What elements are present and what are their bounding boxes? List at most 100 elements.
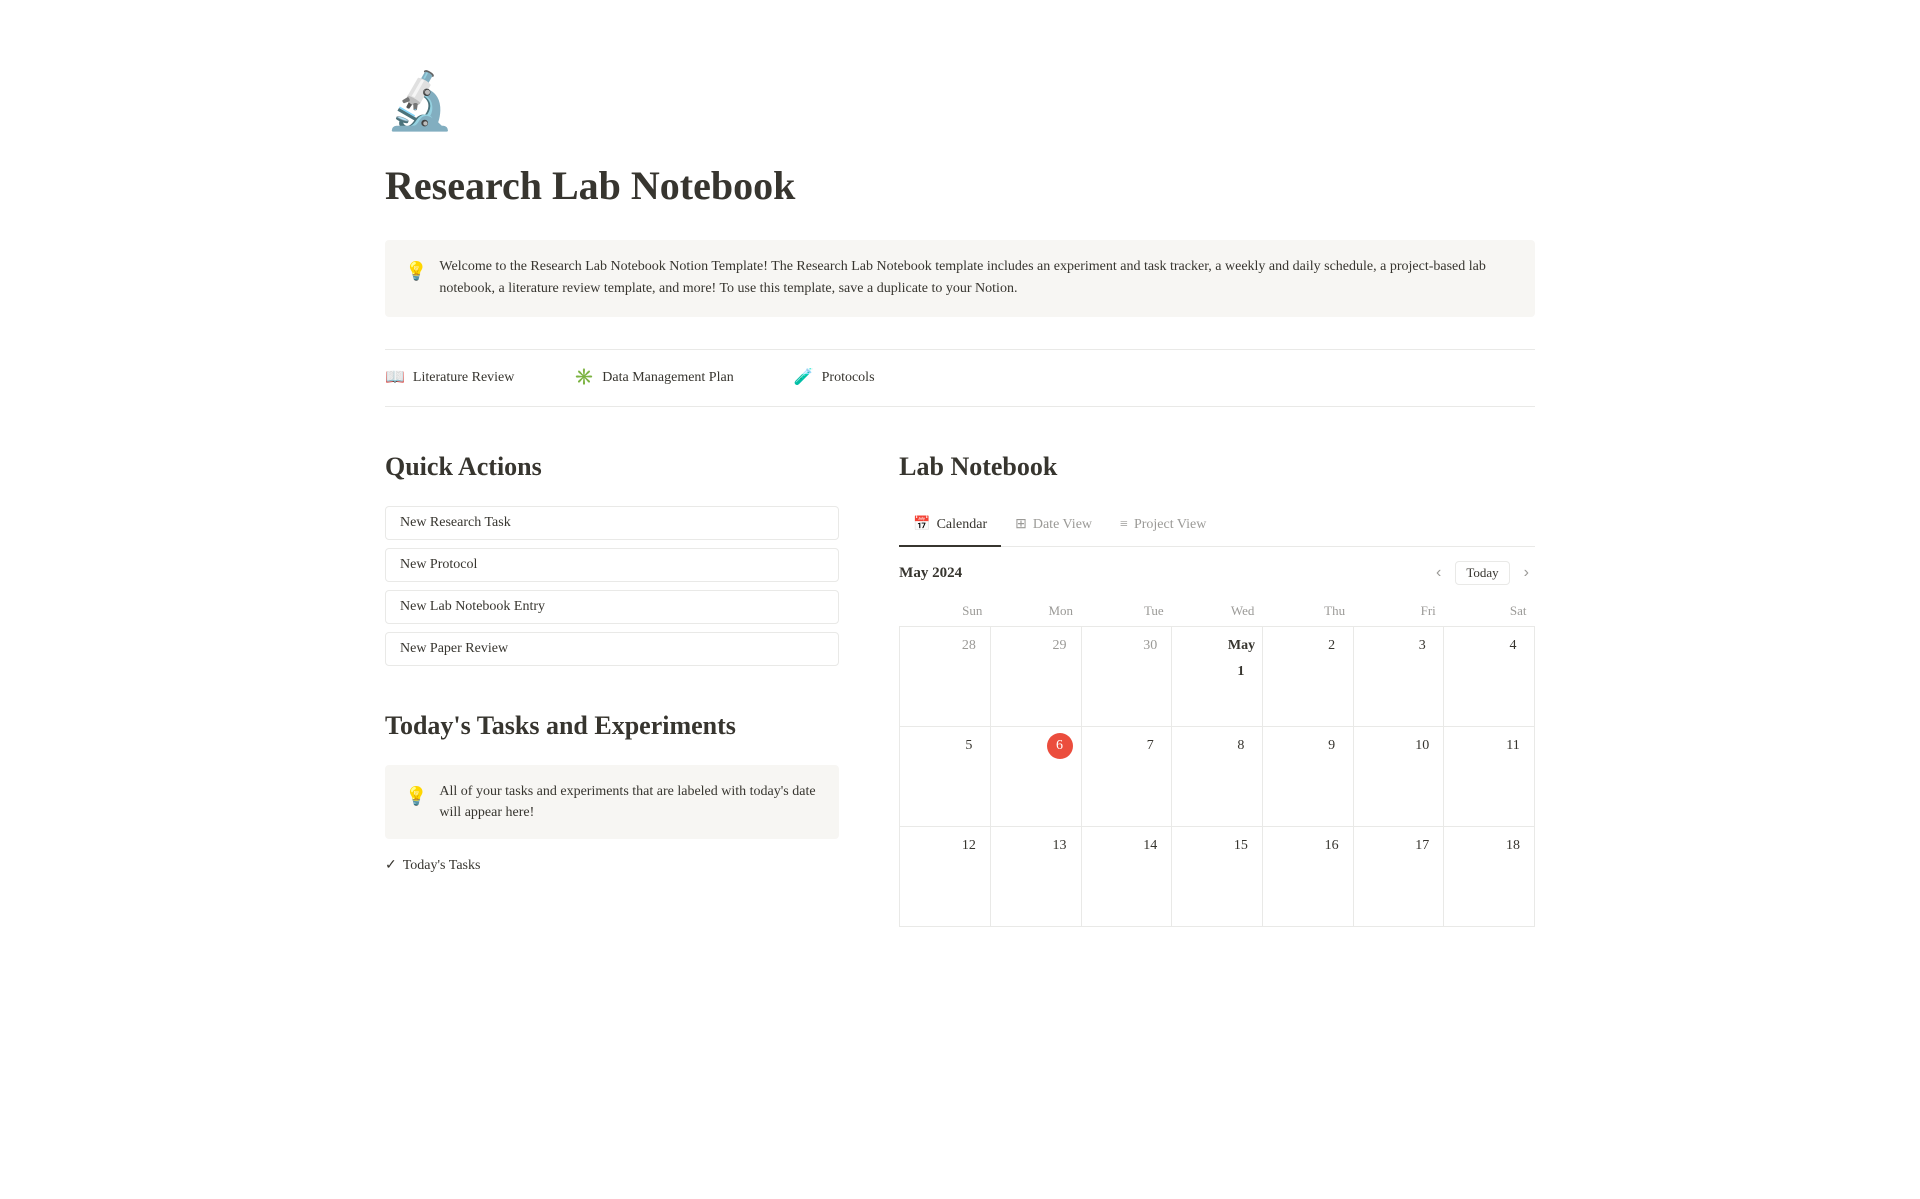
tab-calendar-label: Calendar: [937, 514, 988, 535]
day-number: 9: [1319, 733, 1345, 759]
day-apr-29[interactable]: 29: [990, 627, 1081, 727]
checkmark-icon: ✓: [385, 855, 397, 876]
new-lab-notebook-entry-button[interactable]: New Lab Notebook Entry: [385, 590, 839, 624]
day-number: 18: [1500, 833, 1526, 859]
callout-icon: 💡: [405, 258, 427, 285]
calendar-next-button[interactable]: ›: [1518, 562, 1535, 584]
today-day-number: 6: [1047, 733, 1073, 759]
calendar-week-2: 5 6 7 8 9 10 11: [900, 727, 1535, 827]
quick-actions-buttons: New Research Task New Protocol New Lab N…: [385, 506, 839, 666]
day-may-13[interactable]: 13: [990, 827, 1081, 927]
day-may-17[interactable]: 17: [1353, 827, 1444, 927]
day-number: 7: [1137, 733, 1163, 759]
day-number: 15: [1228, 833, 1254, 859]
today-tasks-callout: 💡 All of your tasks and experiments that…: [385, 765, 839, 839]
nav-link-data-management[interactable]: ✳️ Data Management Plan: [574, 366, 733, 390]
data-icon: ✳️: [574, 366, 594, 390]
day-number: 8: [1228, 733, 1254, 759]
calendar-weekday-row: Sun Mon Tue Wed Thu Fri Sat: [900, 595, 1535, 627]
tab-project-view-label: Project View: [1134, 514, 1206, 535]
book-icon: 📖: [385, 366, 405, 390]
calendar-today-button[interactable]: Today: [1455, 561, 1509, 585]
day-may-12[interactable]: 12: [900, 827, 991, 927]
tab-date-view[interactable]: ⊞ Date View: [1001, 506, 1106, 547]
day-may-9[interactable]: 9: [1262, 727, 1353, 827]
lab-notebook-title: Lab Notebook: [899, 447, 1535, 486]
tab-calendar[interactable]: 📅 Calendar: [899, 506, 1001, 547]
left-column: Quick Actions New Research Task New Prot…: [385, 447, 839, 928]
calendar-week-1: 28 29 30 May 1 2 3 4: [900, 627, 1535, 727]
day-number: 29: [1047, 633, 1073, 659]
today-tasks-title: Today's Tasks and Experiments: [385, 706, 839, 745]
tab-date-view-label: Date View: [1033, 514, 1092, 535]
callout-text: Welcome to the Research Lab Notebook Not…: [439, 256, 1515, 301]
day-number: 4: [1500, 633, 1526, 659]
day-number: 5: [956, 733, 982, 759]
weekday-sat: Sat: [1444, 595, 1535, 627]
today-callout-icon: 💡: [405, 783, 427, 810]
nav-label-protocols: Protocols: [822, 367, 875, 388]
day-number: 30: [1137, 633, 1163, 659]
two-col-layout: Quick Actions New Research Task New Prot…: [385, 447, 1535, 928]
tab-project-view[interactable]: ≡ Project View: [1106, 506, 1220, 547]
today-callout-text: All of your tasks and experiments that a…: [439, 781, 819, 823]
calendar-header: May 2024 ‹ Today ›: [899, 547, 1535, 595]
weekday-fri: Fri: [1353, 595, 1444, 627]
today-tasks-link[interactable]: ✓ Today's Tasks: [385, 855, 839, 876]
calendar-prev-button[interactable]: ‹: [1430, 562, 1447, 584]
new-protocol-button[interactable]: New Protocol: [385, 548, 839, 582]
day-number: 28: [956, 633, 982, 659]
page-icon: 🔬: [385, 60, 1535, 144]
day-may-10[interactable]: 10: [1353, 727, 1444, 827]
day-number: 16: [1319, 833, 1345, 859]
day-may-14[interactable]: 14: [1081, 827, 1172, 927]
intro-callout: 💡 Welcome to the Research Lab Notebook N…: [385, 240, 1535, 317]
day-may-6[interactable]: 6: [990, 727, 1081, 827]
day-number: 2: [1319, 633, 1345, 659]
day-may-16[interactable]: 16: [1262, 827, 1353, 927]
day-may-2[interactable]: 2: [1262, 627, 1353, 727]
flask-icon: 🧪: [794, 366, 814, 390]
nav-link-protocols[interactable]: 🧪 Protocols: [794, 366, 875, 390]
day-may-1[interactable]: May 1: [1172, 627, 1263, 727]
day-may-15[interactable]: 15: [1172, 827, 1263, 927]
day-apr-30[interactable]: 30: [1081, 627, 1172, 727]
nav-link-literature-review[interactable]: 📖 Literature Review: [385, 366, 514, 390]
today-tasks-link-label: Today's Tasks: [403, 855, 481, 876]
nav-links: 📖 Literature Review ✳️ Data Management P…: [385, 349, 1535, 407]
page-container: 🔬 Research Lab Notebook 💡 Welcome to the…: [305, 0, 1615, 1007]
date-view-icon: ⊞: [1015, 514, 1027, 535]
calendar-nav: ‹ Today ›: [1430, 561, 1535, 585]
weekday-tue: Tue: [1081, 595, 1172, 627]
calendar-tab-icon: 📅: [913, 514, 930, 535]
day-may-7[interactable]: 7: [1081, 727, 1172, 827]
right-column: Lab Notebook 📅 Calendar ⊞ Date View ≡ Pr…: [899, 447, 1535, 928]
weekday-mon: Mon: [990, 595, 1081, 627]
day-number: 13: [1047, 833, 1073, 859]
quick-actions-title: Quick Actions: [385, 447, 839, 486]
day-number: 11: [1500, 733, 1526, 759]
day-number: 14: [1137, 833, 1163, 859]
day-number: 12: [956, 833, 982, 859]
nav-label-data-management: Data Management Plan: [602, 367, 733, 388]
day-apr-28[interactable]: 28: [900, 627, 991, 727]
day-may-18[interactable]: 18: [1444, 827, 1535, 927]
day-may-3[interactable]: 3: [1353, 627, 1444, 727]
day-may-5[interactable]: 5: [900, 727, 991, 827]
day-may-11[interactable]: 11: [1444, 727, 1535, 827]
day-number: 10: [1409, 733, 1435, 759]
page-title: Research Lab Notebook: [385, 156, 1535, 216]
day-number: 3: [1409, 633, 1435, 659]
weekday-wed: Wed: [1172, 595, 1263, 627]
day-number: May 1: [1228, 633, 1254, 659]
today-tasks-section: Today's Tasks and Experiments 💡 All of y…: [385, 706, 839, 876]
day-may-8[interactable]: 8: [1172, 727, 1263, 827]
new-research-task-button[interactable]: New Research Task: [385, 506, 839, 540]
new-paper-review-button[interactable]: New Paper Review: [385, 632, 839, 666]
view-tabs: 📅 Calendar ⊞ Date View ≡ Project View: [899, 506, 1535, 547]
calendar-week-3: 12 13 14 15 16 17 18: [900, 827, 1535, 927]
day-may-4[interactable]: 4: [1444, 627, 1535, 727]
weekday-sun: Sun: [900, 595, 991, 627]
project-view-icon: ≡: [1120, 514, 1128, 535]
weekday-thu: Thu: [1262, 595, 1353, 627]
